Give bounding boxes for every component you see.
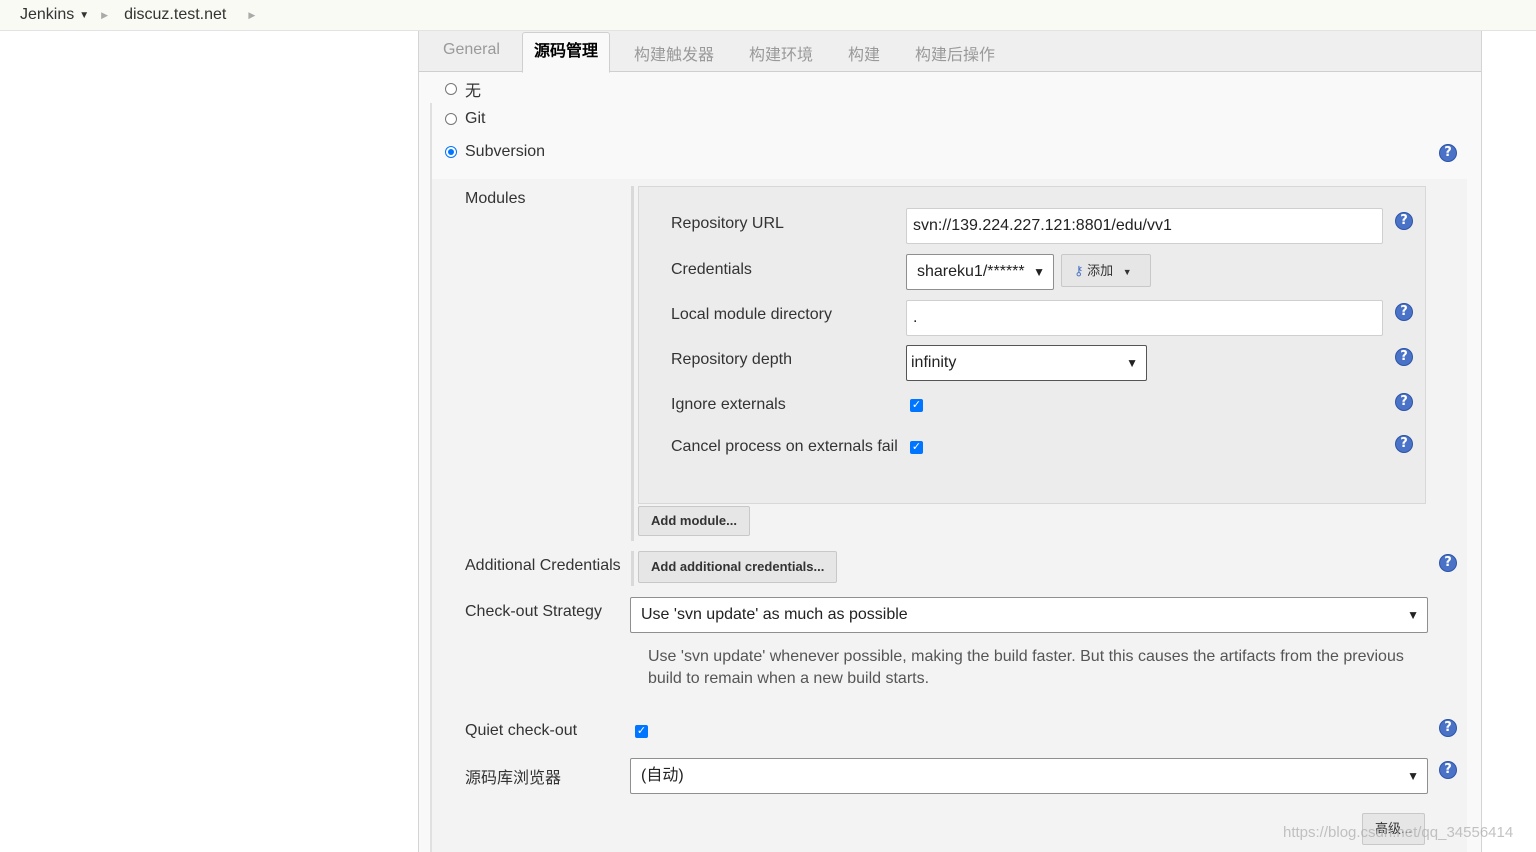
help-icon[interactable]: ? (1439, 761, 1457, 779)
tab-bar: General 源码管理 构建触发器 构建环境 构建 构建后操作 (419, 31, 1481, 73)
chevron-down-icon: ▼ (1126, 356, 1138, 370)
local-module-dir-input[interactable]: . (906, 300, 1383, 336)
tab-general[interactable]: General (443, 41, 500, 59)
chevron-down-icon: ▼ (1033, 265, 1045, 279)
breadcrumb: Jenkins ▼ ▶ discuz.test.net ▶ (0, 0, 1536, 31)
cancel-externals-label: Cancel process on externals fail (671, 438, 898, 455)
add-credentials-button[interactable]: ⚷ 添加 ▼ (1061, 254, 1151, 287)
credentials-select-value: shareku1/****** (917, 263, 1025, 280)
scm-option-none-label: 无 (465, 83, 482, 100)
repository-url-input[interactable]: svn://139.224.227.121:8801/edu/vv1 (906, 208, 1383, 244)
chevron-right-icon[interactable]: ▶ (248, 10, 255, 21)
radio-git[interactable] (445, 113, 457, 125)
checkout-strategy-label: Check-out Strategy (465, 603, 602, 620)
quiet-checkout-checkbox[interactable]: ✓ (635, 725, 648, 738)
help-icon[interactable]: ? (1439, 719, 1457, 737)
caret-down-icon[interactable]: ▼ (79, 10, 89, 21)
repository-depth-value: infinity (911, 354, 957, 371)
help-icon[interactable]: ? (1395, 435, 1413, 453)
watermark: https://blog.csdn.net/qq_34556414 (1283, 824, 1514, 841)
tab-post-build[interactable]: 构建后操作 (915, 41, 995, 65)
checkout-strategy-select[interactable]: Use 'svn update' as much as possible ▼ (630, 597, 1428, 633)
help-icon[interactable]: ? (1395, 303, 1413, 321)
chevron-down-icon: ▼ (1407, 608, 1419, 622)
local-module-dir-label: Local module directory (671, 306, 832, 323)
repository-depth-label: Repository depth (671, 351, 792, 368)
tab-build[interactable]: 构建 (848, 41, 880, 65)
chevron-down-icon: ▼ (1407, 769, 1419, 783)
radio-subversion[interactable] (445, 146, 457, 158)
quiet-checkout-label: Quiet check-out (465, 722, 578, 739)
chevron-right-icon: ▶ (101, 9, 109, 20)
caret-down-icon: ▼ (1122, 267, 1132, 277)
credentials-select[interactable]: shareku1/****** ▼ (906, 254, 1054, 290)
breadcrumb-project-label[interactable]: discuz.test.net (124, 6, 226, 24)
breadcrumb-jenkins[interactable]: Jenkins ▼ (20, 6, 89, 24)
repository-depth-select[interactable]: infinity ▼ (906, 345, 1147, 381)
scm-option-subversion-label: Subversion (465, 143, 546, 160)
add-module-button[interactable]: Add module... (638, 506, 750, 536)
help-icon[interactable]: ? (1395, 348, 1413, 366)
config-panel: General 源码管理 构建触发器 构建环境 构建 构建后操作 无 Git S… (418, 31, 1482, 852)
help-icon[interactable]: ? (1395, 393, 1413, 411)
additional-credentials-label: Additional Credentials (465, 557, 621, 574)
help-icon[interactable]: ? (1439, 554, 1457, 572)
ignore-externals-checkbox[interactable]: ✓ (910, 399, 923, 412)
scm-option-git[interactable]: Git (445, 110, 485, 128)
checkout-strategy-description: Use 'svn update' whenever possible, maki… (648, 648, 1404, 687)
ignore-externals-label: Ignore externals (671, 396, 786, 413)
scm-option-none[interactable]: 无 (445, 77, 481, 101)
tab-build-triggers[interactable]: 构建触发器 (634, 41, 714, 65)
tab-build-env[interactable]: 构建环境 (749, 41, 813, 65)
repo-browser-select[interactable]: (自动) ▼ (630, 758, 1428, 794)
modules-label: Modules (465, 190, 526, 207)
breadcrumb-project[interactable]: discuz.test.net (124, 6, 226, 24)
repo-browser-value: (自动) (641, 767, 684, 784)
radio-none[interactable] (445, 83, 457, 95)
additional-credentials-divider (631, 551, 634, 586)
add-credentials-label: 添加 (1087, 263, 1114, 278)
credentials-label: Credentials (671, 261, 752, 278)
breadcrumb-jenkins-label[interactable]: Jenkins (20, 6, 74, 24)
cancel-externals-checkbox[interactable]: ✓ (910, 441, 923, 454)
help-icon[interactable]: ? (1395, 212, 1413, 230)
tab-scm[interactable]: 源码管理 (522, 32, 611, 73)
key-icon: ⚷ (1074, 263, 1084, 278)
scm-option-subversion[interactable]: Subversion (445, 143, 545, 161)
repo-browser-label: 源码库浏览器 (465, 770, 562, 787)
add-additional-credentials-button[interactable]: Add additional credentials... (638, 551, 838, 583)
modules-divider (631, 186, 634, 541)
repository-url-label: Repository URL (671, 215, 784, 232)
scm-option-git-label: Git (465, 110, 486, 127)
checkout-strategy-value: Use 'svn update' as much as possible (641, 606, 908, 623)
help-icon[interactable]: ? (1439, 144, 1457, 162)
